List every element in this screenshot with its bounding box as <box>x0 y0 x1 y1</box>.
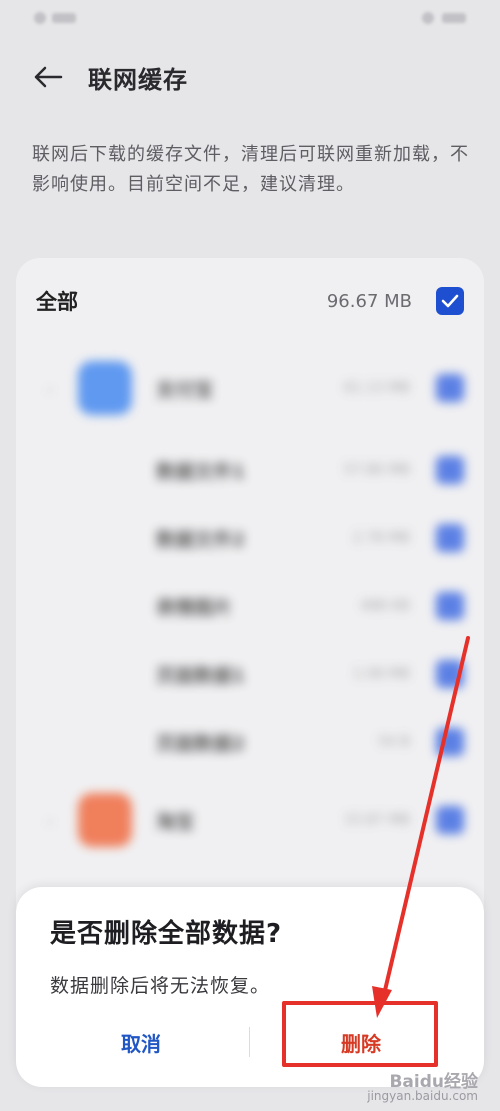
watermark-url: jingyan.baidu.com <box>367 1089 478 1103</box>
all-row[interactable]: 全部 96.67 MB <box>16 276 484 326</box>
battery-icon <box>442 13 466 23</box>
delete-confirm-dialog: 是否删除全部数据? 数据删除后将无法恢复。 取消 删除 <box>16 887 484 1087</box>
dialog-title: 是否删除全部数据? <box>50 919 283 949</box>
item-name: 淘宝 <box>156 810 195 833</box>
all-size: 96.67 MB <box>326 290 412 312</box>
item-checkbox[interactable] <box>436 456 464 484</box>
chevron-icon: ⌄ <box>44 812 56 828</box>
status-right <box>422 12 466 24</box>
cancel-button[interactable]: 取消 <box>46 1019 236 1065</box>
dialog-message: 数据删除后将无法恢复。 <box>50 975 271 997</box>
item-size: 1.08 MB <box>352 666 410 682</box>
item-checkbox[interactable] <box>436 524 464 552</box>
status-bar <box>0 0 500 36</box>
item-name: 数据文件2 <box>156 528 246 551</box>
status-left <box>34 12 76 24</box>
cache-list-card: 全部 96.67 MB ⌄ 支付宝 61.13 MB 数据文件1 57.86 M… <box>16 258 484 928</box>
item-checkbox[interactable] <box>436 592 464 620</box>
header: 联网缓存 <box>0 50 500 104</box>
item-size: 15.87 MB <box>343 812 410 828</box>
cache-description: 联网后下载的缓存文件，清理后可联网重新加载，不影响使用。目前空间不足，建议清理。 <box>32 144 469 195</box>
page-title: 联网缓存 <box>88 65 188 94</box>
list-item[interactable]: 页面数据1 1.08 MB <box>16 644 484 704</box>
item-name: 数据文件1 <box>156 460 246 483</box>
network-icon <box>52 13 76 23</box>
back-arrow-icon[interactable] <box>30 59 66 95</box>
list-item[interactable]: 页面数据2 54 B <box>16 712 484 772</box>
item-size: 488 KB <box>360 598 410 614</box>
item-name: 支付宝 <box>156 378 214 401</box>
item-checkbox[interactable] <box>436 374 464 402</box>
wifi-icon <box>422 12 434 24</box>
select-all-checkbox[interactable] <box>436 287 464 315</box>
check-icon <box>441 294 459 308</box>
item-name: 表情图片 <box>156 596 233 619</box>
list-item[interactable]: 数据文件1 57.86 MB <box>16 440 484 500</box>
list-item[interactable]: 数据文件2 2.78 MB <box>16 508 484 568</box>
taobao-app-icon <box>78 793 132 847</box>
item-checkbox[interactable] <box>436 806 464 834</box>
watermark: Baidu经验 jingyan.baidu.com <box>367 1072 478 1104</box>
item-checkbox[interactable] <box>436 728 464 756</box>
list-item[interactable]: 表情图片 488 KB <box>16 576 484 636</box>
alipay-app-icon <box>78 361 132 415</box>
item-size: 2.78 MB <box>352 530 410 546</box>
blurred-item-list: ⌄ 支付宝 61.13 MB 数据文件1 57.86 MB 数据文件2 2.78… <box>16 348 484 928</box>
all-label: 全部 <box>36 290 78 314</box>
signal-icon <box>34 12 46 24</box>
button-divider <box>249 1027 250 1057</box>
item-name: 页面数据2 <box>156 732 246 755</box>
item-size: 61.13 MB <box>343 380 410 396</box>
item-checkbox[interactable] <box>436 660 464 688</box>
watermark-logo: Baidu经验 <box>389 1072 478 1092</box>
item-name: 页面数据1 <box>156 664 246 687</box>
delete-button[interactable]: 删除 <box>266 1019 456 1065</box>
list-item[interactable]: ⌄ 支付宝 61.13 MB <box>16 358 484 418</box>
chevron-icon: ⌄ <box>44 380 56 396</box>
item-size: 57.86 MB <box>343 462 410 478</box>
list-item[interactable]: ⌄ 淘宝 15.87 MB <box>16 790 484 850</box>
item-size: 54 B <box>378 734 410 750</box>
